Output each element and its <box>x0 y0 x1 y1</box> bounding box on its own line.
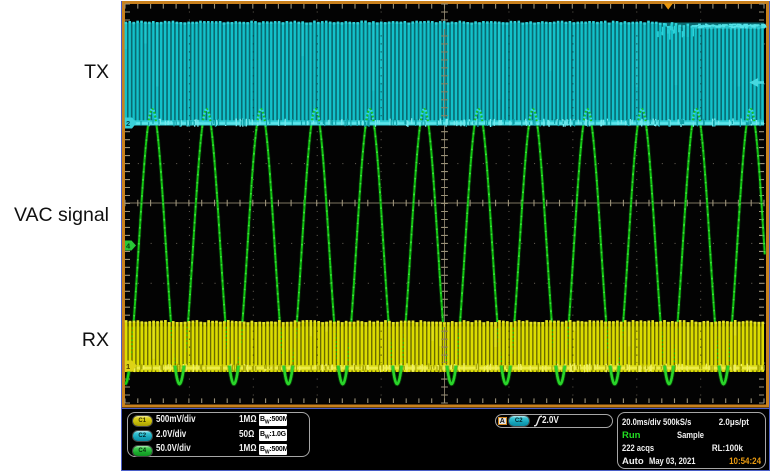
svg-text:2: 2 <box>126 119 130 128</box>
svg-text:1: 1 <box>126 362 130 371</box>
